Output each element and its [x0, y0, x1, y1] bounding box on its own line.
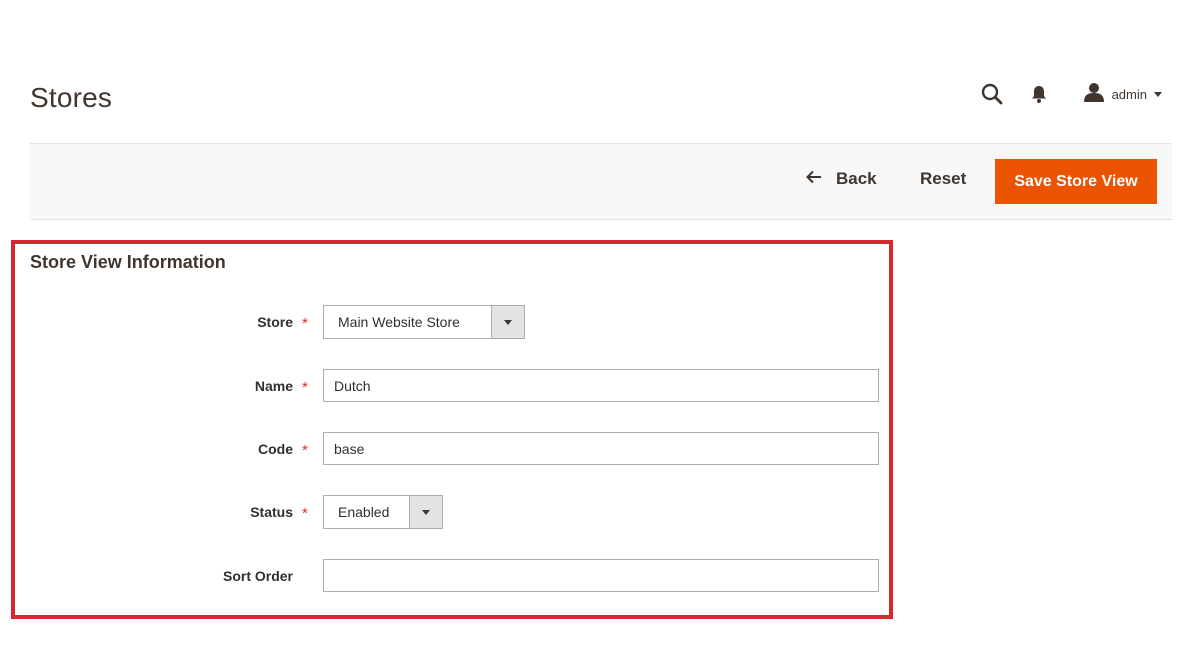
arrow-left-icon	[806, 170, 822, 189]
user-menu[interactable]: admin	[1083, 82, 1162, 107]
status-label: Status	[250, 504, 293, 520]
code-label: Code	[258, 441, 293, 457]
back-button-label: Back	[836, 169, 877, 188]
code-input[interactable]	[323, 432, 879, 465]
name-label: Name	[254, 378, 293, 394]
page-actions-bar: Back Reset Save Store View	[30, 143, 1172, 220]
required-star: *	[302, 442, 308, 459]
select-arrow	[409, 496, 442, 528]
search-icon[interactable]	[978, 80, 1006, 108]
store-label: Store	[257, 314, 293, 330]
required-star: *	[302, 505, 308, 522]
chevron-down-icon	[1154, 91, 1162, 97]
section-title: Store View Information	[30, 252, 226, 272]
reset-button[interactable]: Reset	[920, 169, 966, 189]
user-icon	[1083, 82, 1104, 107]
required-star: *	[302, 315, 308, 332]
chevron-down-icon	[504, 319, 512, 325]
sort-order-input[interactable]	[323, 559, 879, 592]
required-star: *	[302, 379, 308, 396]
select-arrow	[491, 306, 524, 338]
sort-order-label: Sort Order	[222, 568, 293, 584]
save-store-view-button[interactable]: Save Store View	[995, 159, 1157, 204]
status-select-value: Enabled	[338, 504, 390, 520]
name-input[interactable]	[323, 369, 879, 402]
chevron-down-icon	[422, 509, 430, 515]
page-title: Stores	[30, 82, 113, 113]
bell-icon[interactable]	[1028, 80, 1050, 108]
header-actions: admin	[978, 80, 1162, 108]
user-name: admin	[1111, 86, 1147, 102]
store-select[interactable]: Main Website Store	[323, 305, 525, 339]
status-select[interactable]: Enabled	[323, 495, 443, 529]
store-select-value: Main Website Store	[338, 314, 460, 330]
back-button[interactable]: Back	[806, 169, 877, 189]
